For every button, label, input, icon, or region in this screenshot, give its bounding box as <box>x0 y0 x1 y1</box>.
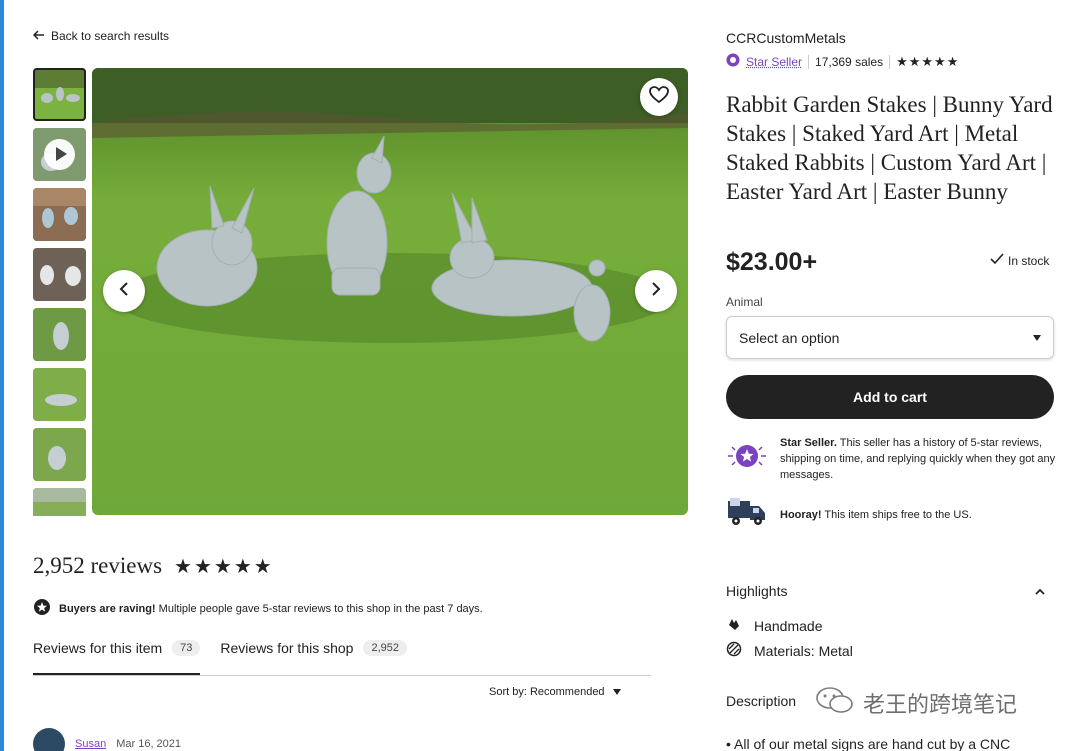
chevron-up-icon <box>1034 583 1046 599</box>
buyers-raving-notice: Buyers are raving! Multiple people gave … <box>33 598 483 619</box>
sort-label: Sort by: Recommended <box>489 686 605 698</box>
thumbnail-1[interactable] <box>33 68 86 121</box>
thumbnail-strip[interactable] <box>33 68 87 516</box>
thumbnail-4[interactable] <box>33 248 86 301</box>
back-to-search-link[interactable]: Back to search results <box>32 29 170 43</box>
star-seller-info: Star Seller. This seller has a history o… <box>726 435 1056 483</box>
tab-label: Reviews for this shop <box>220 640 354 656</box>
thumbnail-3[interactable] <box>33 188 86 241</box>
tab-count: 2,952 <box>363 640 407 656</box>
shop-meta: Star Seller 17,369 sales ★★★★★ <box>726 53 959 70</box>
chevron-left-icon <box>118 281 130 302</box>
tab-label: Reviews for this item <box>33 640 163 656</box>
caret-down-icon <box>612 689 621 695</box>
thumbnail-video[interactable] <box>33 128 86 181</box>
watermark-text: 老王的跨境笔记 <box>863 692 1018 717</box>
caret-down-icon <box>1033 334 1041 341</box>
next-image-button[interactable] <box>635 270 677 312</box>
highlight-label: Materials: Metal <box>754 642 853 659</box>
thumbnail-5[interactable] <box>33 308 86 361</box>
description-title[interactable]: Description <box>726 693 796 709</box>
heart-icon <box>649 85 669 109</box>
option-label: Animal <box>726 295 763 309</box>
check-icon <box>990 253 1004 268</box>
divider <box>889 54 891 69</box>
raving-text: Multiple people gave 5-star reviews to t… <box>155 602 483 615</box>
arrow-left-icon <box>32 29 45 43</box>
review-date: Mar 16, 2021 <box>116 738 182 750</box>
chevron-right-icon <box>650 281 662 302</box>
thumbnail-7[interactable] <box>33 428 86 481</box>
sort-dropdown[interactable]: Sort by: Recommended <box>489 686 621 698</box>
select-value: Select an option <box>739 329 840 346</box>
star-seller-icon <box>726 53 740 70</box>
favorite-button[interactable] <box>640 78 678 116</box>
tab-count: 73 <box>172 640 201 656</box>
play-icon <box>44 139 75 170</box>
highlights-toggle[interactable]: Highlights <box>726 583 1046 599</box>
wechat-icon <box>815 685 855 721</box>
highlight-handmade: Handmade <box>726 616 823 635</box>
truck-icon <box>726 496 768 533</box>
back-label: Back to search results <box>51 29 170 43</box>
tab-reviews-item[interactable]: Reviews for this item 73 <box>33 640 201 675</box>
star-seller-link[interactable]: Star Seller <box>746 55 802 69</box>
materials-icon <box>726 641 742 660</box>
raving-bold: Buyers are raving! <box>59 602 156 615</box>
window-edge <box>0 0 4 751</box>
prev-image-button[interactable] <box>103 270 145 312</box>
reviews-header: 2,952 reviews ★★★★★ <box>33 553 274 579</box>
thumbnail-8[interactable] <box>33 488 86 516</box>
shipping-text: This item ships free to the US. <box>821 508 972 521</box>
star-seller-badge-icon <box>726 441 768 483</box>
shipping-info: Hooray! This item ships free to the US. <box>726 496 1056 533</box>
avatar <box>33 728 65 751</box>
reviews-count: 2,952 reviews <box>33 553 163 578</box>
listing-title: Rabbit Garden Stakes | Bunny Yard Stakes… <box>726 92 1053 204</box>
thumbnail-6[interactable] <box>33 368 86 421</box>
shop-name[interactable]: CCRCustomMetals <box>726 30 846 46</box>
highlight-materials: Materials: Metal <box>726 641 853 660</box>
highlights-title: Highlights <box>726 583 788 599</box>
shop-rating-stars[interactable]: ★★★★★ <box>896 54 959 70</box>
reviews-tabs: Reviews for this item 73 Reviews for thi… <box>33 640 651 676</box>
main-product-image <box>92 68 688 515</box>
review-user-link[interactable]: Susan <box>75 738 106 750</box>
divider <box>808 54 810 69</box>
tab-reviews-shop[interactable]: Reviews for this shop 2,952 <box>220 640 407 675</box>
highlight-label: Handmade <box>754 617 823 634</box>
review-author: Susan Mar 16, 2021 <box>33 728 181 751</box>
description-text: • All of our metal signs are hand cut by… <box>726 736 1011 751</box>
shipping-bold: Hooray! <box>780 508 822 521</box>
badge-star-icon <box>33 598 51 619</box>
stock-status: In stock <box>990 253 1049 268</box>
sales-count: 17,369 sales <box>815 54 884 69</box>
star-seller-bold: Star Seller. <box>780 437 837 449</box>
stock-label: In stock <box>1008 253 1050 268</box>
reviews-stars: ★★★★★ <box>174 555 274 578</box>
watermark: 老王的跨境笔记 <box>815 685 1017 721</box>
animal-select[interactable]: Select an option <box>726 316 1054 359</box>
add-to-cart-button[interactable]: Add to cart <box>726 375 1054 419</box>
hand-icon <box>726 616 742 635</box>
price: $23.00+ <box>726 248 818 276</box>
